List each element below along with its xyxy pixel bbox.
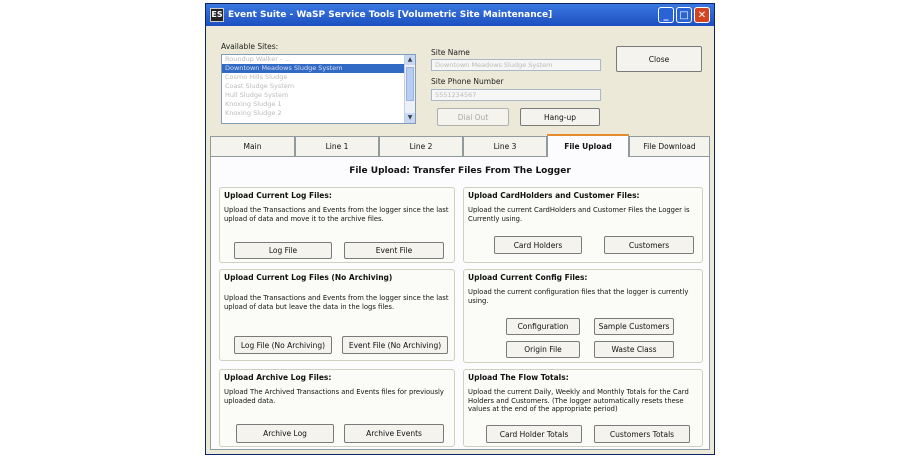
archive-events-button[interactable]: Archive Events (344, 424, 444, 443)
scroll-thumb[interactable] (406, 67, 414, 101)
site-list-item[interactable]: Knoxing Sludge 2 (222, 109, 415, 118)
group-title: Upload The Flow Totals: (468, 373, 569, 382)
group-description: Upload the current configuration files t… (468, 288, 689, 305)
available-sites-label: Available Sites: (221, 42, 279, 51)
group-description: Upload the current CardHolders and Custo… (468, 206, 690, 223)
group-description: Upload the current Daily, Weekly and Mon… (468, 388, 689, 413)
group-upload-cardholders: Upload CardHolders and Customer Files: U… (463, 187, 703, 263)
event-file-no-archiving-button[interactable]: Event File (No Archiving) (342, 336, 448, 354)
log-file-no-archiving-button[interactable]: Log File (No Archiving) (234, 336, 332, 354)
group-upload-flow-totals: Upload The Flow Totals: Upload the curre… (463, 369, 703, 447)
origin-file-button[interactable]: Origin File (506, 341, 580, 358)
title-bar[interactable]: ES Event Suite - WaSP Service Tools [Vol… (206, 4, 714, 26)
site-list-item[interactable]: Coast Sludge System (222, 82, 415, 91)
site-list-item-selected[interactable]: Downtown Meadows Sludge System (222, 64, 415, 73)
log-file-button[interactable]: Log File (234, 242, 332, 259)
tab-line-2[interactable]: Line 2 (379, 136, 463, 156)
panel-title: File Upload: Transfer Files From The Log… (349, 166, 571, 176)
minimize-icon[interactable]: _ (658, 7, 674, 23)
configuration-button[interactable]: Configuration (506, 318, 580, 335)
site-name-field[interactable]: Downtown Meadows Sludge System (431, 59, 601, 71)
group-title: Upload Archive Log Files: (224, 373, 332, 382)
site-name-label: Site Name (431, 48, 470, 57)
close-button[interactable]: Close (616, 46, 702, 72)
site-phone-label: Site Phone Number (431, 77, 504, 86)
customers-button[interactable]: Customers (604, 236, 694, 254)
group-upload-log-no-archiving: Upload Current Log Files (No Archiving) … (219, 269, 455, 361)
group-description: Upload The Archived Transactions and Eve… (224, 388, 444, 405)
site-list-item[interactable]: Cosmo Hills Sludge (222, 73, 415, 82)
tab-main[interactable]: Main (210, 136, 295, 156)
list-scrollbar[interactable]: ▲ ▼ (404, 55, 415, 123)
sample-customers-button[interactable]: Sample Customers (594, 318, 674, 335)
tab-line-3[interactable]: Line 3 (463, 136, 547, 156)
tab-strip: Main Line 1 Line 2 Line 3 File Upload Fi… (210, 134, 710, 157)
hang-up-button[interactable]: Hang-up (520, 108, 600, 126)
group-title: Upload CardHolders and Customer Files: (468, 191, 640, 200)
maximize-icon[interactable]: □ (676, 7, 692, 23)
group-description: Upload the Transactions and Events from … (224, 206, 449, 223)
window-title: Event Suite - WaSP Service Tools [Volume… (228, 10, 553, 20)
group-title: Upload Current Config Files: (468, 273, 588, 282)
group-title: Upload Current Log Files: (224, 191, 332, 200)
waste-class-button[interactable]: Waste Class (594, 341, 674, 358)
tab-file-download[interactable]: File Download (629, 136, 710, 156)
app-icon: ES (210, 8, 224, 22)
main-window: ES Event Suite - WaSP Service Tools [Vol… (205, 3, 715, 455)
group-upload-archive-log: Upload Archive Log Files: Upload The Arc… (219, 369, 455, 447)
dial-out-button[interactable]: Dial Out (437, 108, 509, 126)
scroll-down-icon[interactable]: ▼ (405, 113, 415, 123)
close-icon[interactable]: ✕ (694, 7, 710, 23)
customers-totals-button[interactable]: Customers Totals (594, 425, 690, 443)
group-upload-config: Upload Current Config Files: Upload the … (463, 269, 703, 363)
group-description: Upload the Transactions and Events from … (224, 294, 449, 311)
site-phone-field[interactable]: 5551234567 (431, 89, 601, 101)
site-list-item[interactable]: Hull Sludge System (222, 91, 415, 100)
group-upload-current-log: Upload Current Log Files: Upload the Tra… (219, 187, 455, 263)
site-list-item[interactable]: Knoxing Sludge 1 (222, 100, 415, 109)
archive-log-button[interactable]: Archive Log (236, 424, 334, 443)
group-title: Upload Current Log Files (No Archiving) (224, 273, 393, 282)
event-file-button[interactable]: Event File (344, 242, 444, 259)
card-holder-totals-button[interactable]: Card Holder Totals (486, 425, 582, 443)
scroll-up-icon[interactable]: ▲ (405, 55, 415, 65)
site-list-item[interactable]: Roundup Walker - ... (222, 55, 415, 64)
tab-file-upload[interactable]: File Upload (547, 134, 629, 157)
tab-line-1[interactable]: Line 1 (295, 136, 379, 156)
card-holders-button[interactable]: Card Holders (494, 236, 582, 254)
available-sites-list[interactable]: Roundup Walker - ... Downtown Meadows Sl… (221, 54, 416, 124)
file-upload-panel: File Upload: Transfer Files From The Log… (210, 156, 710, 450)
